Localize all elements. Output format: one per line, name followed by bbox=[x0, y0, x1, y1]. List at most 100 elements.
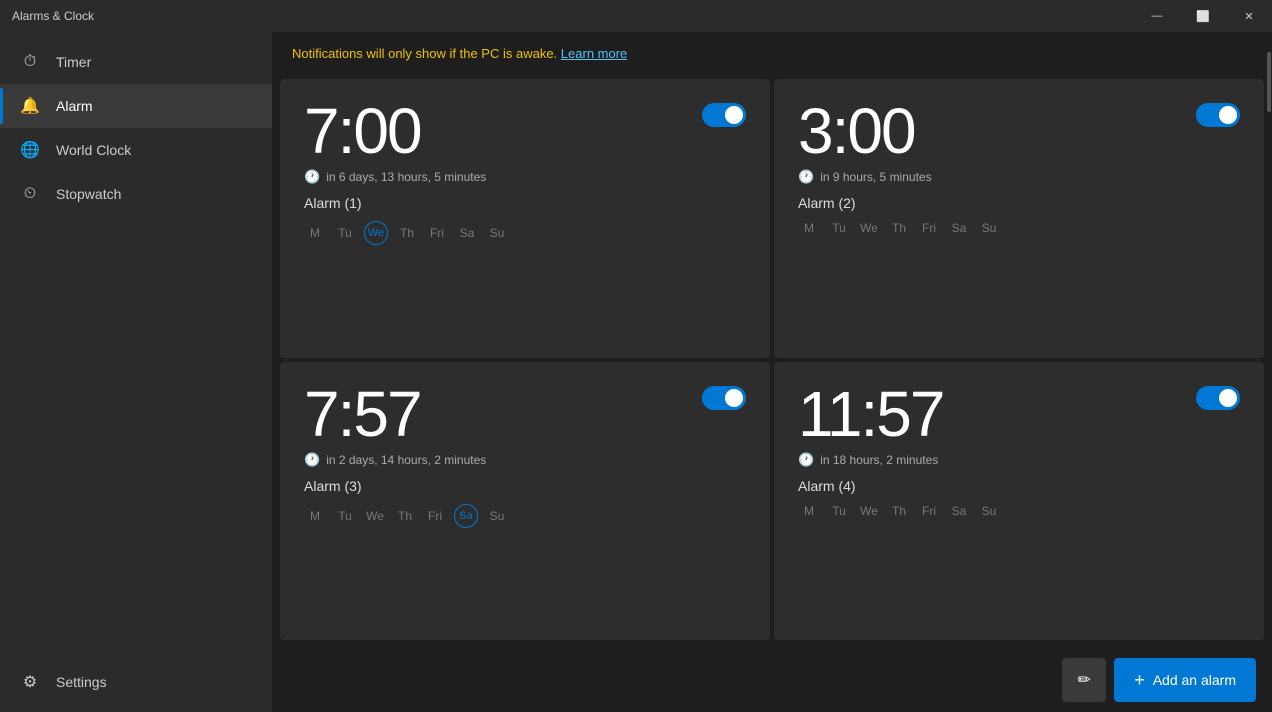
sidebar-item-world-clock[interactable]: 🌐 World Clock bbox=[0, 128, 272, 172]
settings-icon: ⚙ bbox=[20, 672, 40, 692]
alarm-subtitle-2: 🕐 in 9 hours, 5 minutes bbox=[798, 169, 1240, 185]
sidebar-label-settings: Settings bbox=[56, 674, 107, 690]
notification-bar: Notifications will only show if the PC i… bbox=[272, 32, 1272, 75]
alarm-card-3[interactable]: 7:57 🕐 in 2 days, 14 hours, 2 minutes Al… bbox=[280, 362, 770, 641]
close-button[interactable]: ✕ bbox=[1226, 0, 1272, 32]
day-Th-4: Th bbox=[888, 504, 910, 518]
day-M-3: M bbox=[304, 509, 326, 523]
maximize-button[interactable]: ⬜ bbox=[1180, 0, 1226, 32]
alarm-toggle-4[interactable] bbox=[1196, 386, 1240, 410]
sidebar-label-stopwatch: Stopwatch bbox=[56, 186, 121, 202]
day-We-4: We bbox=[858, 504, 880, 518]
alarm-subtitle-1: 🕐 in 6 days, 13 hours, 5 minutes bbox=[304, 169, 746, 185]
sidebar-label-timer: Timer bbox=[56, 54, 91, 70]
alarm-time-4: 11:57 bbox=[798, 382, 943, 446]
learn-more-link[interactable]: Learn more bbox=[561, 46, 627, 61]
alarm-subtitle-text-4: in 18 hours, 2 minutes bbox=[820, 453, 938, 467]
day-Sa-3: Sa bbox=[454, 504, 478, 528]
day-Su-3: Su bbox=[486, 509, 508, 523]
alarm-time-row-4: 11:57 bbox=[798, 382, 1240, 446]
add-alarm-button[interactable]: + Add an alarm bbox=[1114, 658, 1256, 702]
alarm-card-1[interactable]: 7:00 🕐 in 6 days, 13 hours, 5 minutes Al… bbox=[280, 79, 770, 358]
day-Sa-1: Sa bbox=[456, 226, 478, 240]
alarm-time-row-3: 7:57 bbox=[304, 382, 746, 446]
app-title: Alarms & Clock bbox=[12, 9, 94, 23]
scrollbar-track[interactable] bbox=[1266, 32, 1272, 712]
clock-icon-3: 🕐 bbox=[304, 452, 320, 468]
day-Sa-4: Sa bbox=[948, 504, 970, 518]
day-Fri-2: Fri bbox=[918, 221, 940, 235]
alarm-days-1: M Tu We Th Fri Sa Su bbox=[304, 221, 746, 245]
stopwatch-icon: ⏲ bbox=[20, 184, 40, 204]
clock-icon-1: 🕐 bbox=[304, 169, 320, 185]
sidebar: ⏱ Timer 🔔 Alarm 🌐 World Clock ⏲ Stopwatc… bbox=[0, 32, 272, 712]
day-We-2: We bbox=[858, 221, 880, 235]
day-Th-2: Th bbox=[888, 221, 910, 235]
add-icon: + bbox=[1134, 670, 1145, 691]
day-Tu-1: Tu bbox=[334, 226, 356, 240]
alarm-toggle-1[interactable] bbox=[702, 103, 746, 127]
alarm-time-3: 7:57 bbox=[304, 382, 421, 446]
sidebar-item-timer[interactable]: ⏱ Timer bbox=[0, 40, 272, 84]
day-M-2: M bbox=[798, 221, 820, 235]
sidebar-item-stopwatch[interactable]: ⏲ Stopwatch bbox=[0, 172, 272, 216]
sidebar-label-alarm: Alarm bbox=[56, 98, 93, 114]
timer-icon: ⏱ bbox=[20, 52, 40, 72]
window-controls: — ⬜ ✕ bbox=[1134, 0, 1272, 32]
app-body: ⏱ Timer 🔔 Alarm 🌐 World Clock ⏲ Stopwatc… bbox=[0, 32, 1272, 712]
alarm-days-3: M Tu We Th Fri Sa Su bbox=[304, 504, 746, 528]
day-We-1: We bbox=[364, 221, 388, 245]
day-Th-3: Th bbox=[394, 509, 416, 523]
edit-icon: ✏ bbox=[1078, 670, 1091, 690]
world-clock-icon: 🌐 bbox=[20, 140, 40, 160]
day-Fri-1: Fri bbox=[426, 226, 448, 240]
day-Su-4: Su bbox=[978, 504, 1000, 518]
alarm-days-4: M Tu We Th Fri Sa Su bbox=[798, 504, 1240, 518]
day-M-1: M bbox=[304, 226, 326, 240]
alarm-subtitle-text-2: in 9 hours, 5 minutes bbox=[820, 170, 931, 184]
alarm-name-1: Alarm (1) bbox=[304, 195, 746, 211]
clock-icon-4: 🕐 bbox=[798, 452, 814, 468]
alarm-time-1: 7:00 bbox=[304, 99, 421, 163]
alarm-subtitle-text-1: in 6 days, 13 hours, 5 minutes bbox=[326, 170, 486, 184]
sidebar-item-settings[interactable]: ⚙ Settings bbox=[0, 660, 272, 704]
alarm-card-4[interactable]: 11:57 🕐 in 18 hours, 2 minutes Alarm (4)… bbox=[774, 362, 1264, 641]
day-Tu-4: Tu bbox=[828, 504, 850, 518]
alarm-days-2: M Tu We Th Fri Sa Su bbox=[798, 221, 1240, 235]
day-Tu-2: Tu bbox=[828, 221, 850, 235]
alarm-toggle-3[interactable] bbox=[702, 386, 746, 410]
alarm-name-4: Alarm (4) bbox=[798, 478, 1240, 494]
sidebar-bottom: ⚙ Settings bbox=[0, 660, 272, 712]
clock-icon-2: 🕐 bbox=[798, 169, 814, 185]
day-Th-1: Th bbox=[396, 226, 418, 240]
sidebar-item-alarm[interactable]: 🔔 Alarm bbox=[0, 84, 272, 128]
alarm-time-row-1: 7:00 bbox=[304, 99, 746, 163]
alarm-card-2[interactable]: 3:00 🕐 in 9 hours, 5 minutes Alarm (2) M… bbox=[774, 79, 1264, 358]
day-M-4: M bbox=[798, 504, 820, 518]
alarm-subtitle-4: 🕐 in 18 hours, 2 minutes bbox=[798, 452, 1240, 468]
day-Fri-3: Fri bbox=[424, 509, 446, 523]
sidebar-label-world-clock: World Clock bbox=[56, 142, 131, 158]
alarm-subtitle-text-3: in 2 days, 14 hours, 2 minutes bbox=[326, 453, 486, 467]
alarm-toggle-2[interactable] bbox=[1196, 103, 1240, 127]
minimize-button[interactable]: — bbox=[1134, 0, 1180, 32]
alarm-time-row-2: 3:00 bbox=[798, 99, 1240, 163]
day-We-3: We bbox=[364, 509, 386, 523]
title-bar: Alarms & Clock — ⬜ ✕ bbox=[0, 0, 1272, 32]
day-Su-1: Su bbox=[486, 226, 508, 240]
main-content: Notifications will only show if the PC i… bbox=[272, 32, 1272, 712]
day-Fri-4: Fri bbox=[918, 504, 940, 518]
alarm-name-3: Alarm (3) bbox=[304, 478, 746, 494]
notification-text: Notifications will only show if the PC i… bbox=[292, 46, 557, 61]
day-Tu-3: Tu bbox=[334, 509, 356, 523]
edit-button[interactable]: ✏ bbox=[1062, 658, 1106, 702]
add-alarm-label: Add an alarm bbox=[1153, 672, 1236, 688]
day-Sa-2: Sa bbox=[948, 221, 970, 235]
scrollbar-thumb[interactable] bbox=[1267, 52, 1271, 112]
day-Su-2: Su bbox=[978, 221, 1000, 235]
bottom-bar: ✏ + Add an alarm bbox=[272, 648, 1272, 712]
alarm-time-2: 3:00 bbox=[798, 99, 915, 163]
alarms-grid: 7:00 🕐 in 6 days, 13 hours, 5 minutes Al… bbox=[272, 75, 1272, 648]
alarm-subtitle-3: 🕐 in 2 days, 14 hours, 2 minutes bbox=[304, 452, 746, 468]
alarm-icon: 🔔 bbox=[20, 96, 40, 116]
